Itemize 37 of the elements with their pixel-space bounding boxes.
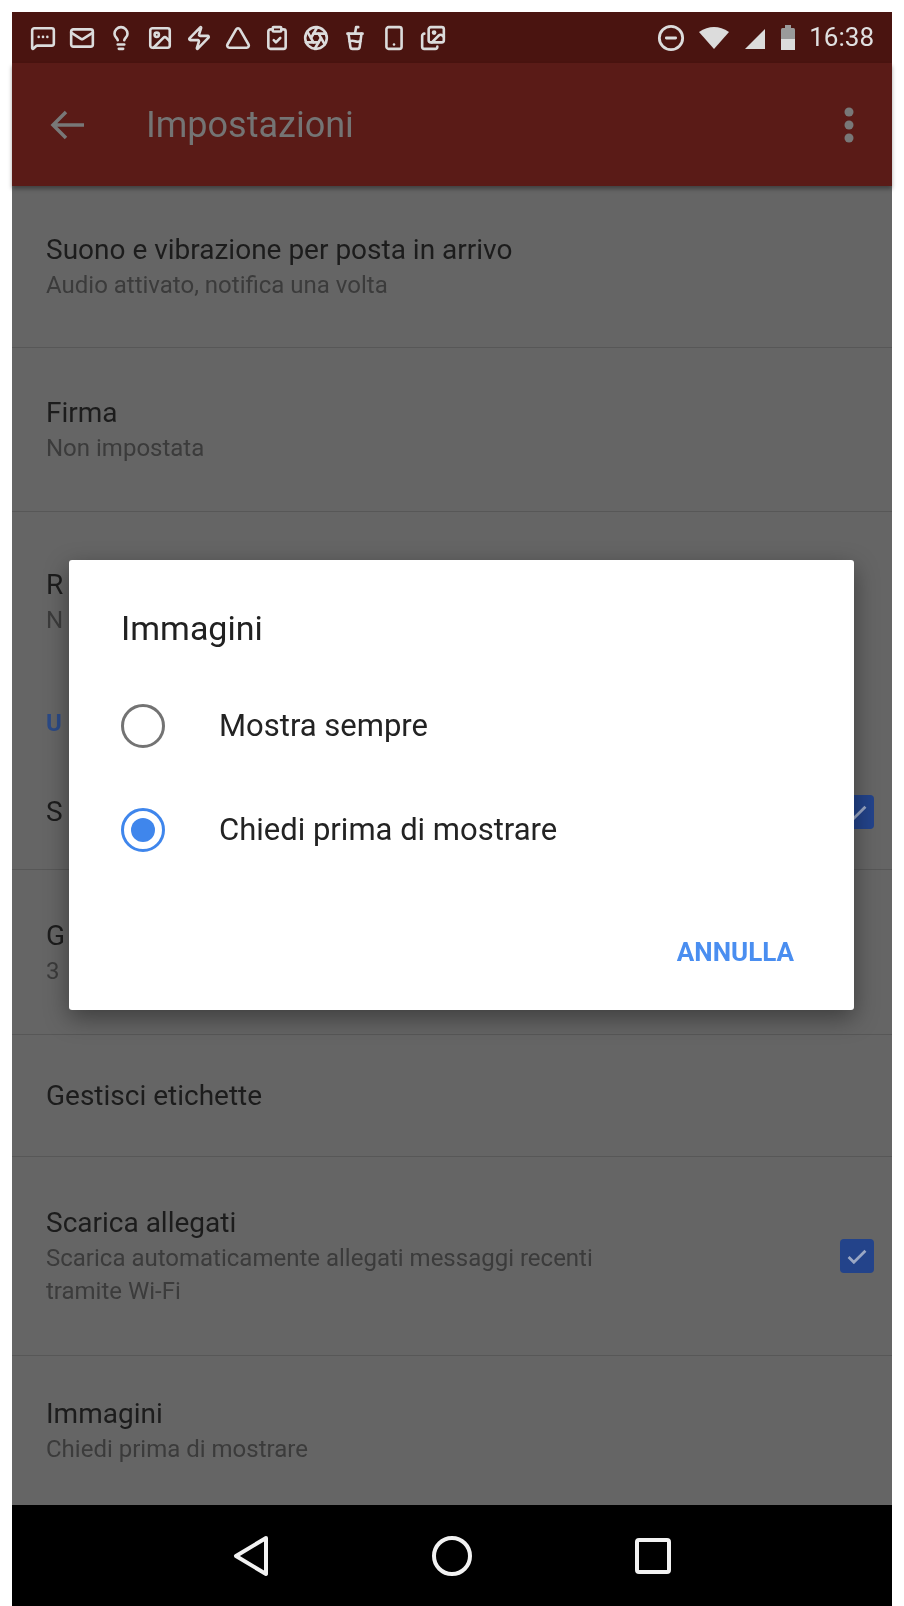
more-options-icon[interactable]: [844, 106, 854, 143]
image-icon: [147, 24, 173, 51]
cancel-button[interactable]: ANNULLA: [668, 925, 802, 980]
toolbar-title: Impostazioni: [146, 102, 355, 148]
recents-icon[interactable]: [633, 1536, 672, 1575]
setting-title: G: [46, 917, 66, 954]
section-header: U: [46, 707, 62, 739]
back-icon[interactable]: [232, 1534, 271, 1577]
triangle-icon: [225, 24, 251, 51]
do-not-disturb-icon: [657, 23, 686, 52]
option-label: Mostra sempre: [219, 705, 429, 746]
back-arrow-icon[interactable]: [50, 108, 86, 141]
home-icon[interactable]: [431, 1534, 473, 1577]
setting-title: R: [46, 566, 64, 603]
radio-button[interactable]: [121, 704, 165, 748]
wifi-icon: [698, 25, 731, 50]
radio-button[interactable]: [121, 808, 165, 852]
aperture-icon: [303, 24, 329, 51]
dialog-title: Immagini: [121, 607, 264, 650]
setting-title: S: [46, 794, 63, 830]
setting-title: Firma: [46, 395, 118, 431]
radio-option[interactable]: Chiedi prima di mostrare: [121, 778, 802, 882]
radio-option[interactable]: Mostra sempre: [121, 674, 802, 778]
checkmark-icon: [847, 1248, 867, 1264]
status-time: 16:38: [809, 21, 874, 54]
settings-row[interactable]: Gestisci etichette: [12, 1035, 892, 1157]
images-icon: [420, 24, 446, 51]
setting-title: Immagini: [46, 1396, 163, 1432]
battery-icon: [780, 24, 797, 51]
bolt-icon: [186, 24, 212, 51]
checkbox[interactable]: [840, 1239, 874, 1273]
clipboard-check-icon: [264, 24, 290, 51]
option-label: Chiedi prima di mostrare: [219, 809, 558, 850]
setting-title: Scarica allegati: [46, 1205, 237, 1241]
setting-title: Gestisci etichette: [46, 1077, 263, 1114]
chat-bubble-icon: [30, 24, 56, 51]
setting-title: Suono e vibrazione per posta in arrivo: [46, 232, 513, 268]
